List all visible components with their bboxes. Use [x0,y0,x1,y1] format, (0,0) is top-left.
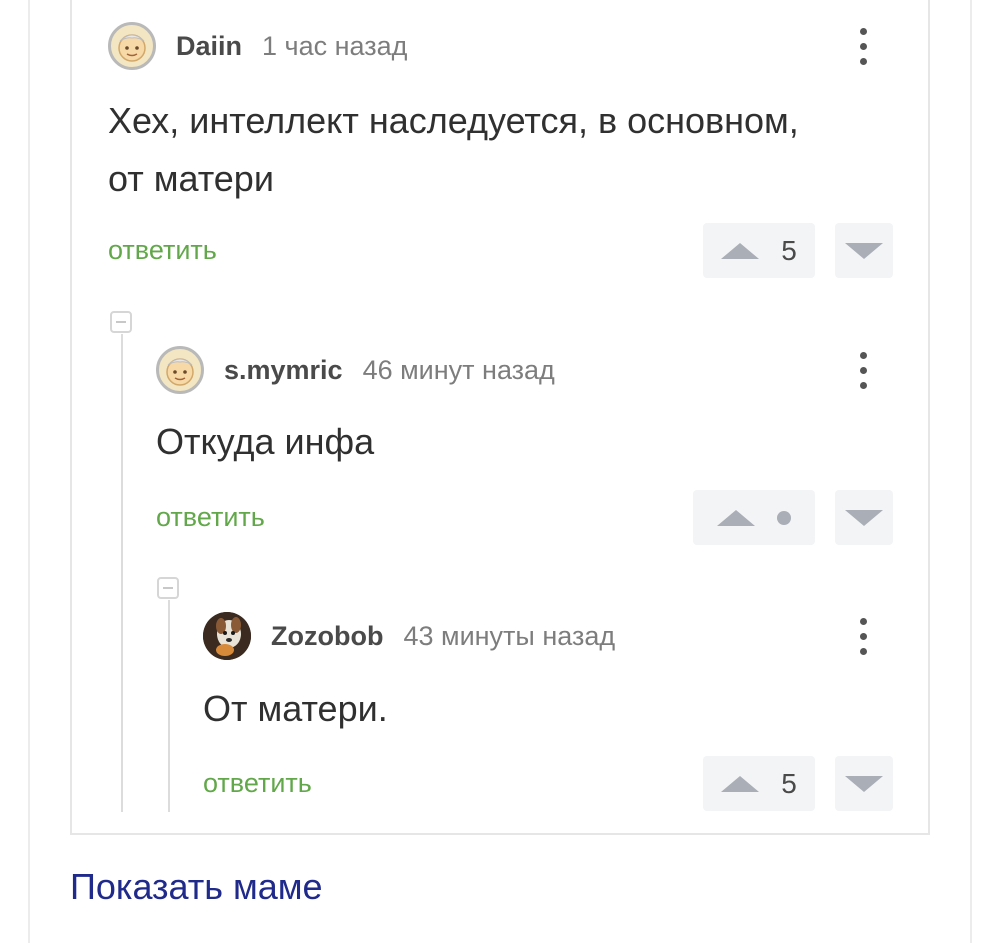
comment-text-line: От матери. [203,688,388,729]
reply-link[interactable]: ответить [156,502,265,533]
upvote-icon [721,242,760,259]
username[interactable]: s.mymric [224,355,343,386]
comment-text: Хех, интеллект наследуется, в основном, … [108,92,799,208]
more-vertical-icon [859,27,867,35]
more-dot [859,42,867,50]
downvote-icon [845,775,883,792]
default-avatar-icon [118,34,146,62]
downvote-button[interactable] [835,756,893,811]
comment-header: Zozobob 43 минуты назад [203,611,615,661]
timestamp[interactable]: 43 минуты назад [403,621,615,652]
upvote-icon [717,509,755,526]
reply-link[interactable]: ответить [203,768,312,799]
upvote-button[interactable] [693,490,815,545]
collapse-button[interactable] [157,577,179,599]
reply-link[interactable]: ответить [108,235,217,266]
downvote-icon [845,509,883,526]
more-options-button[interactable] [848,611,878,661]
rating-neutral-dot [777,510,791,525]
more-dot [859,632,867,640]
user-avatar[interactable] [203,612,251,660]
comment-text-line: от матери [108,158,274,199]
upvote-button[interactable]: 5 [703,756,815,811]
comment-header: Daiin 1 час назад [108,21,407,71]
timestamp[interactable]: 46 минут назад [363,355,555,386]
more-options-button[interactable] [848,345,878,395]
comment-text: Откуда инфа [156,413,374,471]
thread-line [168,600,170,812]
user-avatar[interactable] [156,346,204,394]
show-to-mom-link[interactable]: Показать маме [70,866,323,908]
collapse-button[interactable] [110,311,132,333]
username[interactable]: Zozobob [271,621,383,652]
photo-avatar-icon [203,612,251,660]
downvote-icon [845,242,883,259]
default-avatar-icon [166,358,194,386]
rating-count: 5 [781,234,797,266]
upvote-button[interactable]: 5 [703,223,815,278]
user-avatar[interactable] [108,22,156,70]
comment-text-line: Откуда инфа [156,421,375,462]
more-vertical-icon [859,351,867,359]
comment-text: От матери. [203,680,388,738]
downvote-button[interactable] [835,490,893,545]
more-vertical-icon [859,617,867,625]
more-dot [859,647,867,655]
comment-header: s.mymric 46 минут назад [156,345,555,395]
upvote-icon [721,775,760,792]
more-dot [859,381,867,389]
comment-text-line: Хех, интеллект наследуется, в основном, [108,100,799,141]
more-dot [859,57,867,65]
thread-line [121,334,123,812]
more-dot [859,366,867,374]
more-options-button[interactable] [848,21,878,71]
downvote-button[interactable] [835,223,893,278]
rating-count: 5 [781,767,797,799]
username[interactable]: Daiin [176,31,242,62]
timestamp[interactable]: 1 час назад [262,31,407,62]
